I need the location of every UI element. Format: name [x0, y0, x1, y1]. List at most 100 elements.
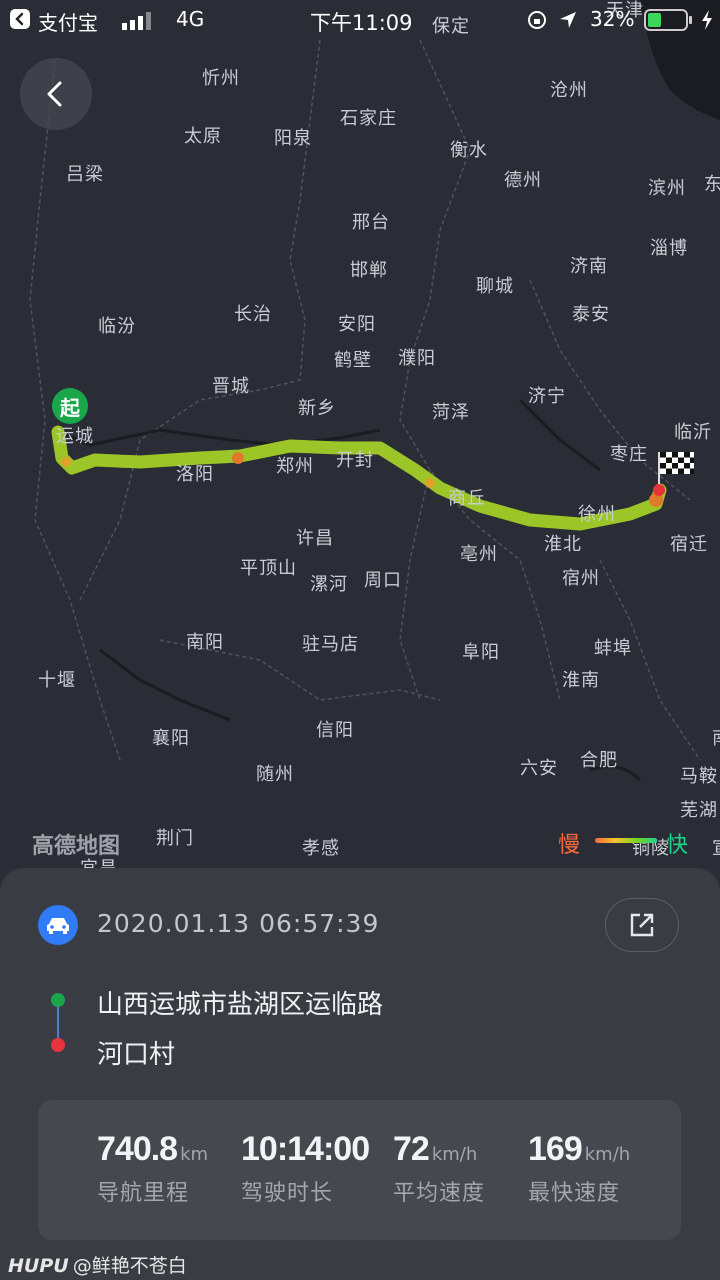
location-icon [558, 10, 578, 35]
start-address: 山西运城市盐湖区运临路 [97, 990, 384, 1020]
city-label: 漯河 [310, 574, 348, 595]
city-label: 周口 [364, 570, 402, 591]
charging-icon [700, 9, 714, 36]
stat-duration: 10:14:00 驾驶时长 [241, 1130, 372, 1207]
city-label: 长治 [234, 304, 272, 325]
city-label: 南 [712, 724, 720, 750]
city-label: 孝感 [302, 838, 340, 859]
city-label: 枣庄 [610, 444, 648, 465]
city-label: 衡水 [450, 140, 488, 161]
city-label: 淄博 [650, 238, 688, 259]
city-label: 滨州 [648, 178, 686, 199]
city-label: 徐州 [578, 504, 616, 525]
city-label: 商丘 [448, 488, 486, 509]
stat-value: 10:14:00 [241, 1130, 370, 1168]
city-label: 东 [704, 174, 720, 195]
city-label: 淮北 [544, 534, 582, 555]
route-connector [57, 1006, 59, 1042]
stat-label: 平均速度 [393, 1181, 486, 1206]
speed-legend-bar [595, 838, 657, 843]
stat-unit: km [180, 1144, 209, 1165]
watermark: HUPU @鲜艳不苍白 [8, 1251, 187, 1278]
city-label: 南阳 [186, 632, 224, 653]
city-label: 忻州 [202, 68, 240, 89]
stat-unit: km/h [584, 1144, 631, 1165]
city-label: 晋城 [212, 376, 250, 397]
battery-icon [644, 9, 694, 36]
city-label: 济南 [570, 256, 608, 277]
city-label: 泰安 [572, 304, 610, 325]
route-map[interactable]: 保定 天津 忻州 石家庄 沧州 太原 阳泉 吕梁 衡水 德州 滨州 东 淄博 邢… [0, 0, 720, 900]
city-label: 洛阳 [176, 464, 214, 485]
city-label: 芜湖 [680, 800, 718, 821]
amap-logo: 高德地图 [32, 834, 121, 859]
city-label: 邯郸 [350, 260, 388, 281]
watermark-brand: HUPU [8, 1255, 69, 1277]
city-label: 宿州 [562, 568, 600, 589]
watermark-user: @鲜艳不苍白 [72, 1255, 187, 1277]
stat-value: 72 [393, 1130, 430, 1168]
stat-distance: 740.8 km 导航里程 [97, 1130, 208, 1207]
city-label: 运城 [56, 426, 94, 447]
chevron-left-icon [47, 81, 62, 107]
city-label: 临沂 [674, 422, 712, 443]
end-address: 河口村 [97, 1040, 176, 1070]
city-label: 济宁 [528, 386, 566, 407]
stat-value: 169 [528, 1130, 583, 1168]
city-label: 阳泉 [274, 128, 312, 149]
stat-avg-speed: 72 km/h 平均速度 [393, 1130, 485, 1207]
back-button[interactable] [20, 58, 92, 130]
city-label: 德州 [504, 170, 542, 191]
stat-unit: km/h [431, 1144, 478, 1165]
city-label: 宣 [712, 834, 720, 860]
city-label: 荆门 [156, 828, 194, 849]
city-label: 沧州 [550, 80, 588, 101]
network-type: 4G [176, 7, 205, 31]
signal-icon [122, 11, 156, 35]
city-label: 亳州 [460, 544, 498, 565]
city-label: 许昌 [296, 528, 334, 549]
city-label: 合肥 [580, 750, 618, 771]
city-label: 马鞍 [680, 766, 718, 787]
city-label: 襄阳 [152, 728, 190, 749]
city-label: 开封 [336, 450, 374, 471]
city-label: 阜阳 [462, 642, 500, 663]
city-label: 邢台 [352, 212, 390, 233]
city-label: 随州 [256, 764, 294, 785]
share-button[interactable] [605, 898, 679, 952]
city-label: 菏泽 [432, 402, 470, 423]
rotation-lock-icon [527, 10, 547, 35]
city-label: 吕梁 [66, 164, 104, 185]
city-label: 鹤壁 [334, 350, 372, 371]
end-dot-icon [51, 1038, 65, 1052]
status-bar: 支付宝 4G 下午11:09 32% [0, 0, 720, 40]
city-label: 蚌埠 [594, 638, 632, 659]
city-label: 安阳 [338, 314, 376, 335]
car-icon [38, 905, 78, 945]
city-label: 新乡 [298, 398, 336, 419]
city-label: 聊城 [476, 276, 514, 297]
start-marker: 起 [52, 388, 88, 424]
legend-slow-label: 慢 [558, 833, 581, 858]
stat-max-speed: 169 km/h 最快速度 [528, 1130, 630, 1207]
city-label: 驻马店 [302, 634, 359, 655]
stat-value: 740.8 [97, 1130, 178, 1168]
start-dot-icon [51, 993, 65, 1007]
battery-percent: 32% [590, 7, 635, 31]
stat-label: 驾驶时长 [241, 1181, 334, 1206]
share-icon [630, 913, 654, 937]
city-label: 信阳 [316, 720, 354, 741]
trip-timestamp: 2020.01.13 06:57:39 [97, 909, 380, 938]
city-label: 六安 [520, 758, 558, 779]
city-label: 平顶山 [240, 558, 297, 579]
stat-label: 最快速度 [528, 1181, 621, 1206]
city-label: 临汾 [98, 316, 136, 337]
city-label: 石家庄 [340, 108, 397, 129]
city-label: 太原 [184, 126, 222, 147]
city-label: 淮南 [562, 670, 600, 691]
city-label: 宿迁 [670, 534, 708, 555]
city-label: 十堰 [38, 670, 76, 691]
back-to-app-icon[interactable] [10, 9, 30, 29]
back-app-label[interactable]: 支付宝 [38, 7, 98, 36]
clock: 下午11:09 [310, 11, 413, 35]
